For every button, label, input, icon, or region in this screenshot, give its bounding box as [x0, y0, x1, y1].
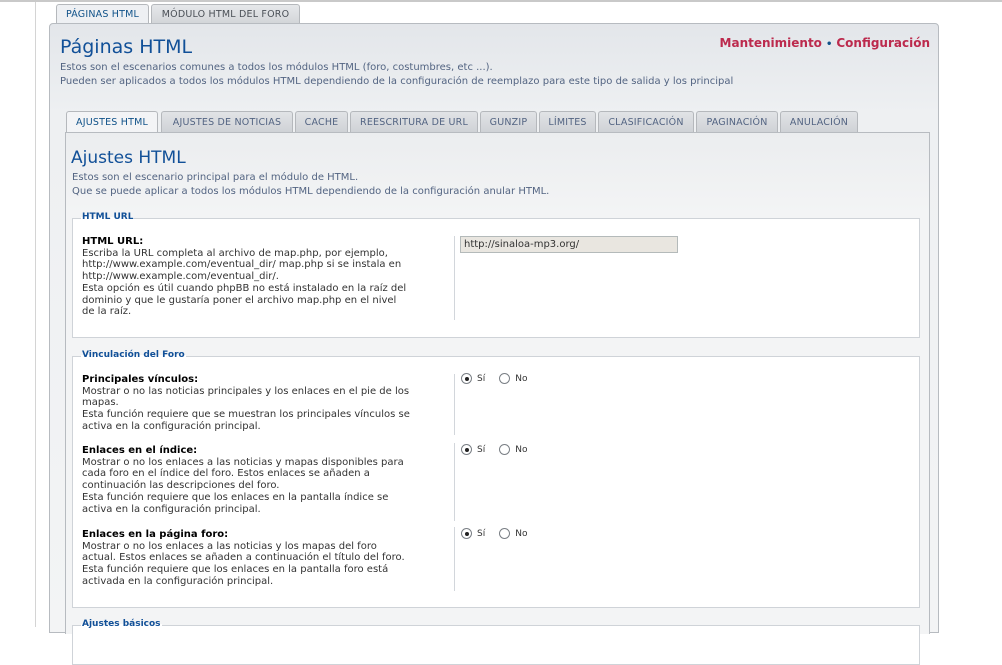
page-title: Páginas HTML	[60, 36, 193, 58]
radio-button-selected[interactable]	[461, 373, 472, 384]
section-title: Ajustes HTML	[71, 148, 186, 168]
desc-line: Mostrar o no los enlaces a las noticias …	[82, 540, 377, 552]
column-divider	[454, 443, 455, 521]
desc-line: Mostrar o no los enlaces a las noticias …	[82, 456, 404, 468]
desc-line: Esta función requiere que se muestran lo…	[82, 409, 410, 421]
field-label: Principales vínculos:	[82, 374, 199, 385]
radio-no[interactable]: No	[499, 444, 541, 455]
radio-button-selected[interactable]	[461, 528, 472, 539]
radio-button[interactable]	[499, 444, 511, 455]
html-url-label: HTML URL: Escriba la URL completa al arc…	[82, 236, 452, 318]
tab-modulo-html-foro[interactable]: MÓDULO HTML DEL FORO	[151, 4, 300, 23]
radio-no[interactable]: No	[499, 373, 541, 384]
radio-yes[interactable]: Sí	[461, 373, 499, 384]
desc-line: activa en la configuración principal.	[82, 420, 261, 432]
desc-line: Mostrar o no las noticias principales y …	[82, 385, 410, 397]
desc-line: Esta función requiere que los enlaces en…	[82, 564, 389, 576]
window-top-border	[0, 0, 1002, 2]
tab-limites[interactable]: LÍMITES	[539, 111, 596, 132]
page-description-1: Estos son el escenarios comunes a todos …	[60, 62, 493, 73]
fieldset-forum-links: Vinculación del Foro Principales vínculo…	[72, 350, 920, 608]
field-label: Enlaces en el índice:	[82, 445, 198, 456]
desc-line: continuación las descripciones del foro.	[82, 480, 280, 492]
desc-line: Escriba la URL completa al archivo de ma…	[82, 247, 388, 259]
desc-line: de la raíz.	[82, 306, 132, 318]
html-url-input[interactable]: http://sinaloa-mp3.org/	[460, 236, 678, 253]
index-links-radios: Sí No	[461, 444, 541, 455]
main-links-radios: Sí No	[461, 373, 541, 384]
tab-ajustes-noticias[interactable]: AJUSTES DE NOTICIAS	[161, 111, 293, 132]
section-description-2: Que se puede aplicar a todos los módulos…	[72, 186, 550, 197]
left-frame-border	[35, 2, 36, 627]
desc-line: cada foro en el índice del foro. Estos e…	[82, 468, 370, 480]
column-divider	[454, 236, 455, 320]
fieldset-legend: Vinculación del Foro	[81, 350, 186, 360]
configuration-link[interactable]: Configuración	[836, 36, 930, 50]
page-description-2: Pueden ser aplicados a todos los módulos…	[60, 76, 734, 87]
desc-line: Esta función requiere que los enlaces en…	[82, 491, 389, 503]
fieldset-basic-settings: Ajustes básicos	[72, 619, 920, 665]
main-panel: Páginas HTML Mantenimiento • Configuración…	[49, 23, 939, 665]
tab-ajustes-html[interactable]: AJUSTES HTML	[66, 111, 158, 133]
maintenance-link[interactable]: Mantenimiento	[720, 36, 822, 50]
tab-clasificacion[interactable]: CLASIFICACIÓN	[598, 111, 694, 132]
field-label: Enlaces en la página foro:	[82, 529, 229, 540]
desc-line: mapas.	[82, 397, 119, 409]
column-divider	[454, 374, 455, 435]
header-links: Mantenimiento • Configuración	[720, 36, 930, 50]
radio-no[interactable]: No	[499, 528, 541, 539]
tab-paginas-html[interactable]: PÁGINAS HTML	[56, 4, 149, 24]
link-separator: •	[825, 39, 833, 50]
radio-yes[interactable]: Sí	[461, 528, 499, 539]
fieldset-legend: Ajustes básicos	[81, 619, 162, 629]
fieldset-html-url: HTML URL HTML URL: Escriba la URL comple…	[72, 212, 920, 338]
desc-line: actual. Estos enlaces se añaden a contin…	[82, 552, 405, 564]
tab-gunzip[interactable]: GUNZIP	[480, 111, 537, 132]
radio-button[interactable]	[499, 373, 511, 384]
tab-reescritura-url[interactable]: REESCRITURA DE URL	[350, 111, 478, 132]
section-description-1: Estos son el escenario principal para el…	[72, 172, 359, 183]
desc-line: activa en la configuración principal.	[82, 503, 261, 515]
column-divider	[454, 527, 455, 591]
radio-button[interactable]	[499, 528, 511, 539]
tab-anulacion[interactable]: ANULACIÓN	[780, 111, 858, 132]
desc-line: http://www.example.com/eventual_dir/.	[82, 271, 279, 283]
desc-line: Esta opción es útil cuando phpBB no está…	[82, 282, 407, 294]
main-links-label: Principales vínculos: Mostrar o no las n…	[82, 374, 452, 433]
radio-button-selected[interactable]	[461, 444, 472, 455]
tab-cache[interactable]: CACHE	[295, 111, 348, 132]
tab-paginacion[interactable]: PAGINACIÓN	[696, 111, 778, 132]
fieldset-legend: HTML URL	[81, 212, 135, 222]
radio-yes[interactable]: Sí	[461, 444, 499, 455]
field-label: HTML URL:	[82, 236, 144, 247]
desc-line: http://www.example.com/eventual_dir/ map…	[82, 259, 402, 271]
desc-line: dominio y que le gustaría poner el archi…	[82, 294, 397, 306]
index-links-label: Enlaces en el índice: Mostrar o no los e…	[82, 445, 452, 515]
forum-page-links-label: Enlaces en la página foro: Mostrar o no …	[82, 529, 452, 588]
settings-panel: Ajustes HTML Estos son el escenario prin…	[65, 132, 930, 665]
desc-line: activada en la configuración principal.	[82, 575, 274, 587]
forum-page-links-radios: Sí No	[461, 528, 541, 539]
